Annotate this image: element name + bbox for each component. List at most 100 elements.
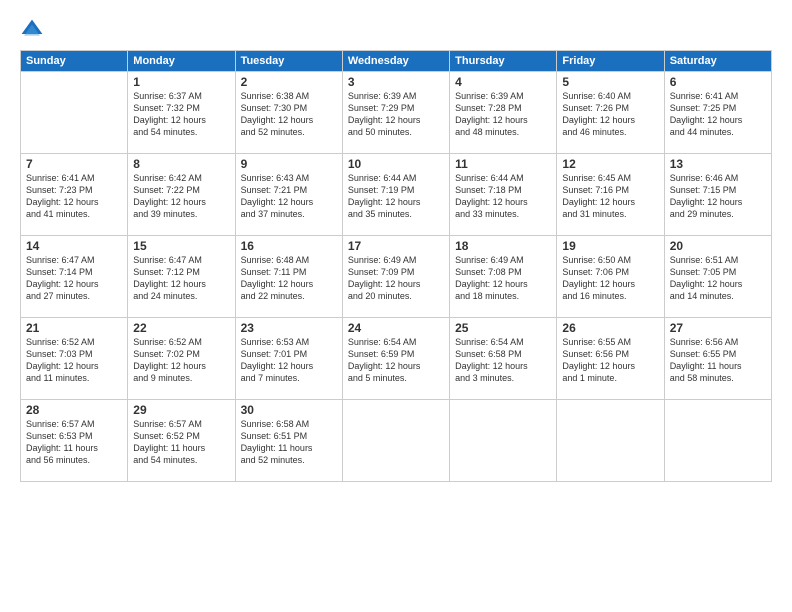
day-number: 20 — [670, 239, 766, 253]
calendar-cell — [342, 400, 449, 482]
calendar-header-thursday: Thursday — [450, 51, 557, 72]
day-info: Sunrise: 6:45 AM Sunset: 7:16 PM Dayligh… — [562, 172, 658, 221]
day-info: Sunrise: 6:37 AM Sunset: 7:32 PM Dayligh… — [133, 90, 229, 139]
day-number: 17 — [348, 239, 444, 253]
calendar-cell: 12Sunrise: 6:45 AM Sunset: 7:16 PM Dayli… — [557, 154, 664, 236]
day-number: 12 — [562, 157, 658, 171]
calendar-cell: 29Sunrise: 6:57 AM Sunset: 6:52 PM Dayli… — [128, 400, 235, 482]
day-number: 26 — [562, 321, 658, 335]
day-info: Sunrise: 6:43 AM Sunset: 7:21 PM Dayligh… — [241, 172, 337, 221]
day-info: Sunrise: 6:38 AM Sunset: 7:30 PM Dayligh… — [241, 90, 337, 139]
day-info: Sunrise: 6:41 AM Sunset: 7:23 PM Dayligh… — [26, 172, 122, 221]
day-info: Sunrise: 6:47 AM Sunset: 7:12 PM Dayligh… — [133, 254, 229, 303]
calendar-header-friday: Friday — [557, 51, 664, 72]
calendar-cell — [21, 72, 128, 154]
day-info: Sunrise: 6:51 AM Sunset: 7:05 PM Dayligh… — [670, 254, 766, 303]
calendar-cell: 7Sunrise: 6:41 AM Sunset: 7:23 PM Daylig… — [21, 154, 128, 236]
calendar-cell: 2Sunrise: 6:38 AM Sunset: 7:30 PM Daylig… — [235, 72, 342, 154]
calendar-cell: 15Sunrise: 6:47 AM Sunset: 7:12 PM Dayli… — [128, 236, 235, 318]
day-info: Sunrise: 6:53 AM Sunset: 7:01 PM Dayligh… — [241, 336, 337, 385]
calendar-week-row: 7Sunrise: 6:41 AM Sunset: 7:23 PM Daylig… — [21, 154, 772, 236]
calendar-cell: 14Sunrise: 6:47 AM Sunset: 7:14 PM Dayli… — [21, 236, 128, 318]
day-info: Sunrise: 6:54 AM Sunset: 6:59 PM Dayligh… — [348, 336, 444, 385]
day-number: 16 — [241, 239, 337, 253]
calendar-cell: 9Sunrise: 6:43 AM Sunset: 7:21 PM Daylig… — [235, 154, 342, 236]
calendar-header-saturday: Saturday — [664, 51, 771, 72]
day-number: 2 — [241, 75, 337, 89]
day-info: Sunrise: 6:49 AM Sunset: 7:09 PM Dayligh… — [348, 254, 444, 303]
calendar-header-monday: Monday — [128, 51, 235, 72]
calendar-header-sunday: Sunday — [21, 51, 128, 72]
day-number: 22 — [133, 321, 229, 335]
calendar-cell: 22Sunrise: 6:52 AM Sunset: 7:02 PM Dayli… — [128, 318, 235, 400]
calendar-cell: 16Sunrise: 6:48 AM Sunset: 7:11 PM Dayli… — [235, 236, 342, 318]
calendar-cell: 5Sunrise: 6:40 AM Sunset: 7:26 PM Daylig… — [557, 72, 664, 154]
day-number: 21 — [26, 321, 122, 335]
calendar-cell: 1Sunrise: 6:37 AM Sunset: 7:32 PM Daylig… — [128, 72, 235, 154]
calendar-cell — [664, 400, 771, 482]
day-info: Sunrise: 6:48 AM Sunset: 7:11 PM Dayligh… — [241, 254, 337, 303]
calendar-cell: 18Sunrise: 6:49 AM Sunset: 7:08 PM Dayli… — [450, 236, 557, 318]
day-info: Sunrise: 6:54 AM Sunset: 6:58 PM Dayligh… — [455, 336, 551, 385]
calendar-cell — [557, 400, 664, 482]
calendar-cell: 23Sunrise: 6:53 AM Sunset: 7:01 PM Dayli… — [235, 318, 342, 400]
day-number: 5 — [562, 75, 658, 89]
day-info: Sunrise: 6:58 AM Sunset: 6:51 PM Dayligh… — [241, 418, 337, 467]
header — [20, 18, 772, 42]
day-number: 9 — [241, 157, 337, 171]
day-number: 23 — [241, 321, 337, 335]
calendar-cell: 25Sunrise: 6:54 AM Sunset: 6:58 PM Dayli… — [450, 318, 557, 400]
day-info: Sunrise: 6:55 AM Sunset: 6:56 PM Dayligh… — [562, 336, 658, 385]
day-number: 24 — [348, 321, 444, 335]
calendar-header-wednesday: Wednesday — [342, 51, 449, 72]
calendar-cell: 3Sunrise: 6:39 AM Sunset: 7:29 PM Daylig… — [342, 72, 449, 154]
calendar-cell: 13Sunrise: 6:46 AM Sunset: 7:15 PM Dayli… — [664, 154, 771, 236]
day-info: Sunrise: 6:40 AM Sunset: 7:26 PM Dayligh… — [562, 90, 658, 139]
calendar-cell — [450, 400, 557, 482]
calendar-cell: 30Sunrise: 6:58 AM Sunset: 6:51 PM Dayli… — [235, 400, 342, 482]
day-info: Sunrise: 6:57 AM Sunset: 6:52 PM Dayligh… — [133, 418, 229, 467]
logo-icon — [20, 18, 44, 42]
logo — [20, 18, 46, 42]
day-info: Sunrise: 6:42 AM Sunset: 7:22 PM Dayligh… — [133, 172, 229, 221]
day-number: 7 — [26, 157, 122, 171]
day-number: 3 — [348, 75, 444, 89]
calendar-cell: 19Sunrise: 6:50 AM Sunset: 7:06 PM Dayli… — [557, 236, 664, 318]
calendar-cell: 11Sunrise: 6:44 AM Sunset: 7:18 PM Dayli… — [450, 154, 557, 236]
calendar-cell: 6Sunrise: 6:41 AM Sunset: 7:25 PM Daylig… — [664, 72, 771, 154]
calendar-table: SundayMondayTuesdayWednesdayThursdayFrid… — [20, 50, 772, 482]
day-number: 25 — [455, 321, 551, 335]
calendar-cell: 8Sunrise: 6:42 AM Sunset: 7:22 PM Daylig… — [128, 154, 235, 236]
day-number: 14 — [26, 239, 122, 253]
calendar-cell: 27Sunrise: 6:56 AM Sunset: 6:55 PM Dayli… — [664, 318, 771, 400]
day-number: 27 — [670, 321, 766, 335]
day-number: 13 — [670, 157, 766, 171]
day-number: 18 — [455, 239, 551, 253]
day-info: Sunrise: 6:41 AM Sunset: 7:25 PM Dayligh… — [670, 90, 766, 139]
day-info: Sunrise: 6:52 AM Sunset: 7:03 PM Dayligh… — [26, 336, 122, 385]
day-info: Sunrise: 6:47 AM Sunset: 7:14 PM Dayligh… — [26, 254, 122, 303]
day-number: 11 — [455, 157, 551, 171]
calendar-cell: 20Sunrise: 6:51 AM Sunset: 7:05 PM Dayli… — [664, 236, 771, 318]
day-info: Sunrise: 6:39 AM Sunset: 7:28 PM Dayligh… — [455, 90, 551, 139]
day-number: 15 — [133, 239, 229, 253]
day-info: Sunrise: 6:49 AM Sunset: 7:08 PM Dayligh… — [455, 254, 551, 303]
day-info: Sunrise: 6:39 AM Sunset: 7:29 PM Dayligh… — [348, 90, 444, 139]
day-number: 4 — [455, 75, 551, 89]
calendar-week-row: 21Sunrise: 6:52 AM Sunset: 7:03 PM Dayli… — [21, 318, 772, 400]
day-info: Sunrise: 6:50 AM Sunset: 7:06 PM Dayligh… — [562, 254, 658, 303]
day-info: Sunrise: 6:46 AM Sunset: 7:15 PM Dayligh… — [670, 172, 766, 221]
day-number: 28 — [26, 403, 122, 417]
calendar-header-tuesday: Tuesday — [235, 51, 342, 72]
calendar-week-row: 14Sunrise: 6:47 AM Sunset: 7:14 PM Dayli… — [21, 236, 772, 318]
day-number: 1 — [133, 75, 229, 89]
calendar-cell: 21Sunrise: 6:52 AM Sunset: 7:03 PM Dayli… — [21, 318, 128, 400]
calendar-cell: 24Sunrise: 6:54 AM Sunset: 6:59 PM Dayli… — [342, 318, 449, 400]
day-info: Sunrise: 6:56 AM Sunset: 6:55 PM Dayligh… — [670, 336, 766, 385]
day-number: 10 — [348, 157, 444, 171]
day-number: 30 — [241, 403, 337, 417]
calendar-cell: 26Sunrise: 6:55 AM Sunset: 6:56 PM Dayli… — [557, 318, 664, 400]
day-info: Sunrise: 6:44 AM Sunset: 7:18 PM Dayligh… — [455, 172, 551, 221]
calendar-cell: 28Sunrise: 6:57 AM Sunset: 6:53 PM Dayli… — [21, 400, 128, 482]
page: SundayMondayTuesdayWednesdayThursdayFrid… — [0, 0, 792, 612]
